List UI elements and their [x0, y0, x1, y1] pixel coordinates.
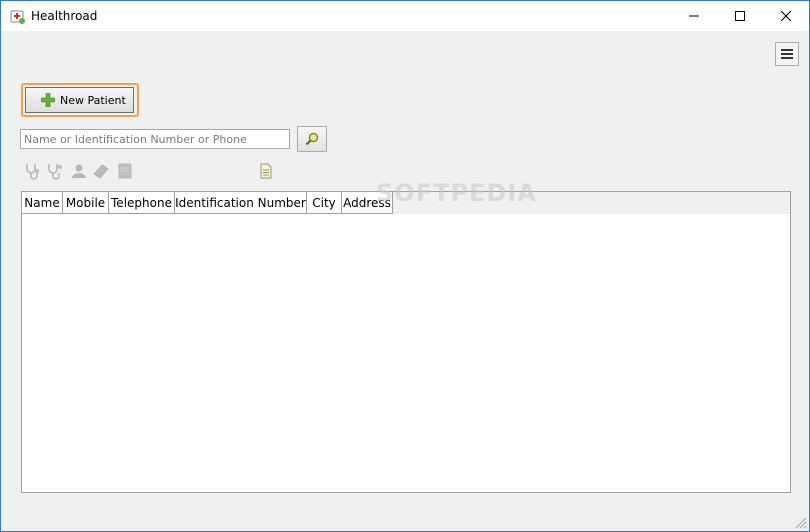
- window-title: Healthroad: [31, 9, 98, 23]
- menu-button[interactable]: [775, 42, 799, 66]
- column-header-name[interactable]: Name: [22, 192, 63, 214]
- table-header: Name Mobile Telephone Identification Num…: [22, 192, 393, 214]
- search-button[interactable]: [297, 126, 327, 152]
- close-icon: [781, 11, 791, 21]
- minimize-button[interactable]: [671, 1, 717, 31]
- app-logo-icon: [10, 10, 25, 24]
- resize-grip-icon[interactable]: [793, 515, 807, 529]
- stethoscope-alt-icon: [48, 164, 62, 180]
- title-bar[interactable]: Healthroad: [1, 1, 809, 31]
- search-icon: [305, 132, 319, 146]
- app-window: Healthroad New Patient Name or Identific…: [0, 0, 810, 532]
- stethoscope-icon: [26, 164, 39, 180]
- watermark-text: SOFTPEDIA: [376, 179, 537, 207]
- notebook-icon: [93, 164, 109, 179]
- close-button[interactable]: [763, 1, 809, 31]
- column-header-identification-number[interactable]: Identification Number: [175, 192, 307, 214]
- minimize-icon: [689, 15, 699, 17]
- document-gray-icon: [118, 163, 132, 179]
- report-document-icon[interactable]: [257, 162, 275, 180]
- maximize-icon: [735, 11, 745, 21]
- column-header-telephone[interactable]: Telephone: [109, 192, 175, 214]
- plus-icon: [41, 93, 55, 107]
- maximize-button[interactable]: [717, 1, 763, 31]
- new-patient-label: New Patient: [60, 93, 126, 107]
- new-patient-button[interactable]: New Patient: [25, 87, 134, 113]
- search-input[interactable]: [20, 129, 290, 149]
- user-icon: [72, 164, 86, 178]
- column-header-mobile[interactable]: Mobile: [63, 192, 109, 214]
- column-header-city[interactable]: City: [307, 192, 342, 214]
- patients-table[interactable]: Name Mobile Telephone Identification Num…: [21, 191, 791, 493]
- hamburger-icon: [781, 49, 793, 59]
